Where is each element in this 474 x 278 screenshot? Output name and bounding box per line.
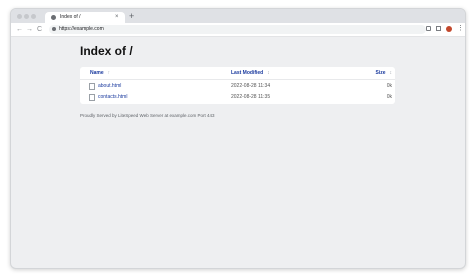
reload-button[interactable]: C — [37, 24, 42, 35]
file-link[interactable]: contacts.html — [98, 94, 127, 101]
browser-window: Index of / × + ← → C https://example.com… — [10, 8, 466, 269]
file-row: contacts.html 2022-08-28 11:35 0k — [80, 93, 395, 103]
file-icon — [89, 94, 95, 101]
header-divider — [80, 79, 395, 80]
window-zoom-control[interactable] — [31, 14, 36, 19]
file-size: 0k — [386, 94, 392, 100]
address-bar[interactable]: https://example.com — [49, 24, 426, 34]
sort-icon: ↕ — [267, 70, 270, 76]
tab-title: Index of / — [60, 14, 81, 20]
menu-icon[interactable]: ⋮ — [457, 23, 464, 35]
close-icon[interactable]: × — [115, 12, 119, 22]
profile-avatar[interactable] — [446, 26, 452, 32]
window-close-control[interactable] — [17, 14, 22, 19]
key-icon[interactable] — [426, 26, 431, 31]
column-header-last-modified[interactable]: Last Modified ↕ — [231, 69, 270, 78]
file-modified: 2022-08-28 11:34 — [231, 83, 271, 89]
active-tab[interactable]: Index of / × — [45, 12, 125, 23]
directory-listing: Name ↑ Last Modified ↕ Size ↕ about.html 20… — [80, 67, 395, 104]
column-header-size[interactable]: Size ↕ — [375, 69, 392, 78]
file-modified: 2022-08-28 11:35 — [231, 94, 271, 100]
file-size: 0k — [386, 83, 392, 89]
sidebar-icon[interactable] — [436, 26, 441, 31]
sort-icon: ↕ — [389, 70, 393, 76]
globe-icon — [51, 15, 56, 20]
window-minimize-control[interactable] — [24, 14, 29, 19]
forward-button[interactable]: → — [26, 24, 33, 35]
new-tab-button[interactable]: + — [129, 11, 134, 22]
column-header-name[interactable]: Name ↑ — [90, 69, 110, 78]
server-footer: Proudly Served by LiteSpeed Web Server a… — [80, 113, 215, 118]
file-row: about.html 2022-08-28 11:34 0k — [80, 82, 395, 92]
back-button[interactable]: ← — [16, 24, 23, 35]
file-icon — [89, 83, 95, 90]
url-text[interactable]: https://example.com — [59, 25, 104, 34]
tab-bar: Index of / × + — [11, 9, 465, 23]
browser-toolbar: ← → C https://example.com ⋮ — [11, 23, 465, 37]
sort-asc-icon: ↑ — [107, 70, 111, 76]
site-info-icon[interactable] — [52, 26, 56, 31]
page-title: Index of / — [80, 44, 133, 58]
file-link[interactable]: about.html — [98, 83, 121, 90]
